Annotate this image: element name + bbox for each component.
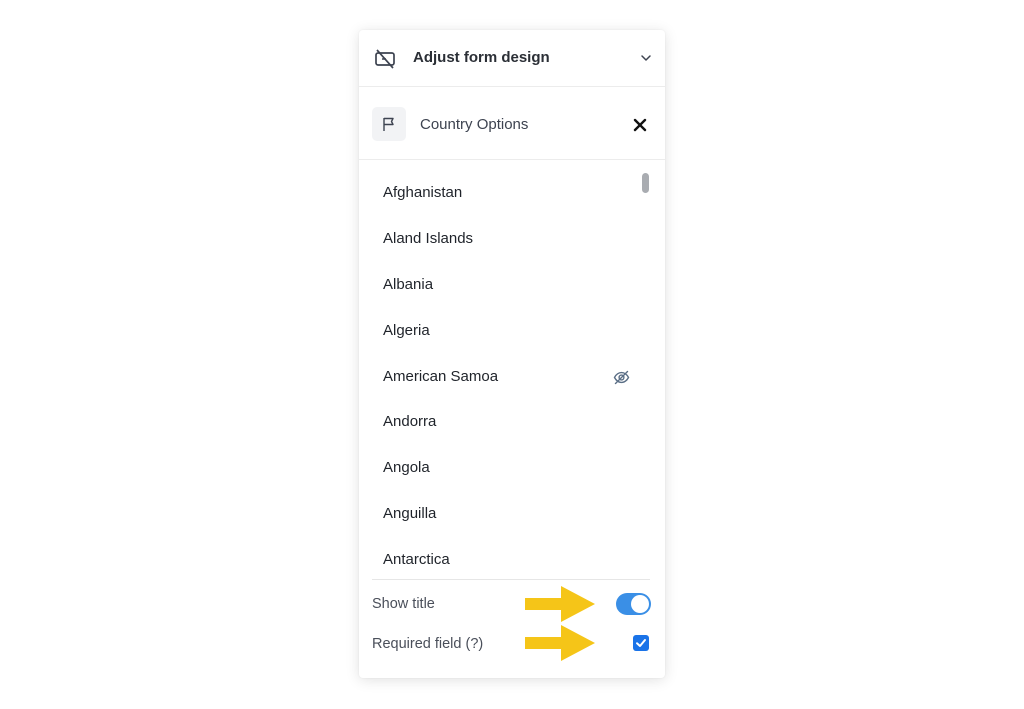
list-item[interactable]: Albania: [359, 265, 649, 305]
country-options-title: Country Options: [420, 116, 529, 133]
required-field-label: Required field (?): [372, 636, 484, 652]
list-item[interactable]: American Samoa: [359, 357, 649, 397]
arrow-icon: [521, 622, 599, 664]
required-field-checkbox[interactable]: [633, 635, 649, 651]
show-title-label: Show title: [372, 596, 435, 612]
country-label: Angola: [383, 459, 430, 476]
list-item[interactable]: Algeria: [359, 311, 649, 351]
panel-title: Adjust form design: [413, 49, 550, 66]
form-design-panel: Adjust form design Country Options Afgha…: [359, 30, 665, 678]
divider: [372, 579, 650, 580]
show-title-toggle[interactable]: [616, 593, 651, 615]
country-options-header: Country Options: [359, 87, 665, 160]
required-field-setting: Required field (?): [372, 633, 652, 657]
form-design-icon: [373, 47, 397, 71]
country-label: Andorra: [383, 413, 437, 430]
list-item[interactable]: Antarctica: [359, 540, 649, 580]
country-list[interactable]: Afghanistan Aland Islands Albania Algeri…: [359, 160, 665, 580]
eye-off-icon[interactable]: [613, 369, 630, 386]
page: Adjust form design Country Options Afgha…: [0, 0, 1024, 709]
country-label: Algeria: [383, 322, 430, 339]
chevron-down-icon[interactable]: [639, 51, 653, 65]
country-label: Antarctica: [383, 551, 450, 568]
list-item[interactable]: Andorra: [359, 402, 649, 442]
panel-header[interactable]: Adjust form design: [359, 30, 665, 87]
list-item[interactable]: Anguilla: [359, 494, 649, 534]
show-title-setting: Show title: [372, 593, 652, 617]
list-item[interactable]: Angola: [359, 448, 649, 488]
country-label: Albania: [383, 276, 434, 293]
scrollbar-thumb[interactable]: [642, 173, 649, 193]
country-label: Anguilla: [383, 505, 437, 522]
country-label: Aland Islands: [383, 230, 474, 247]
list-item[interactable]: Afghanistan: [359, 173, 649, 213]
country-label: American Samoa: [383, 368, 499, 385]
close-icon[interactable]: [631, 116, 649, 134]
toggle-knob: [631, 595, 649, 613]
arrow-icon: [521, 583, 599, 625]
flag-icon: [372, 107, 406, 141]
list-item[interactable]: Aland Islands: [359, 219, 649, 259]
country-label: Afghanistan: [383, 184, 463, 201]
